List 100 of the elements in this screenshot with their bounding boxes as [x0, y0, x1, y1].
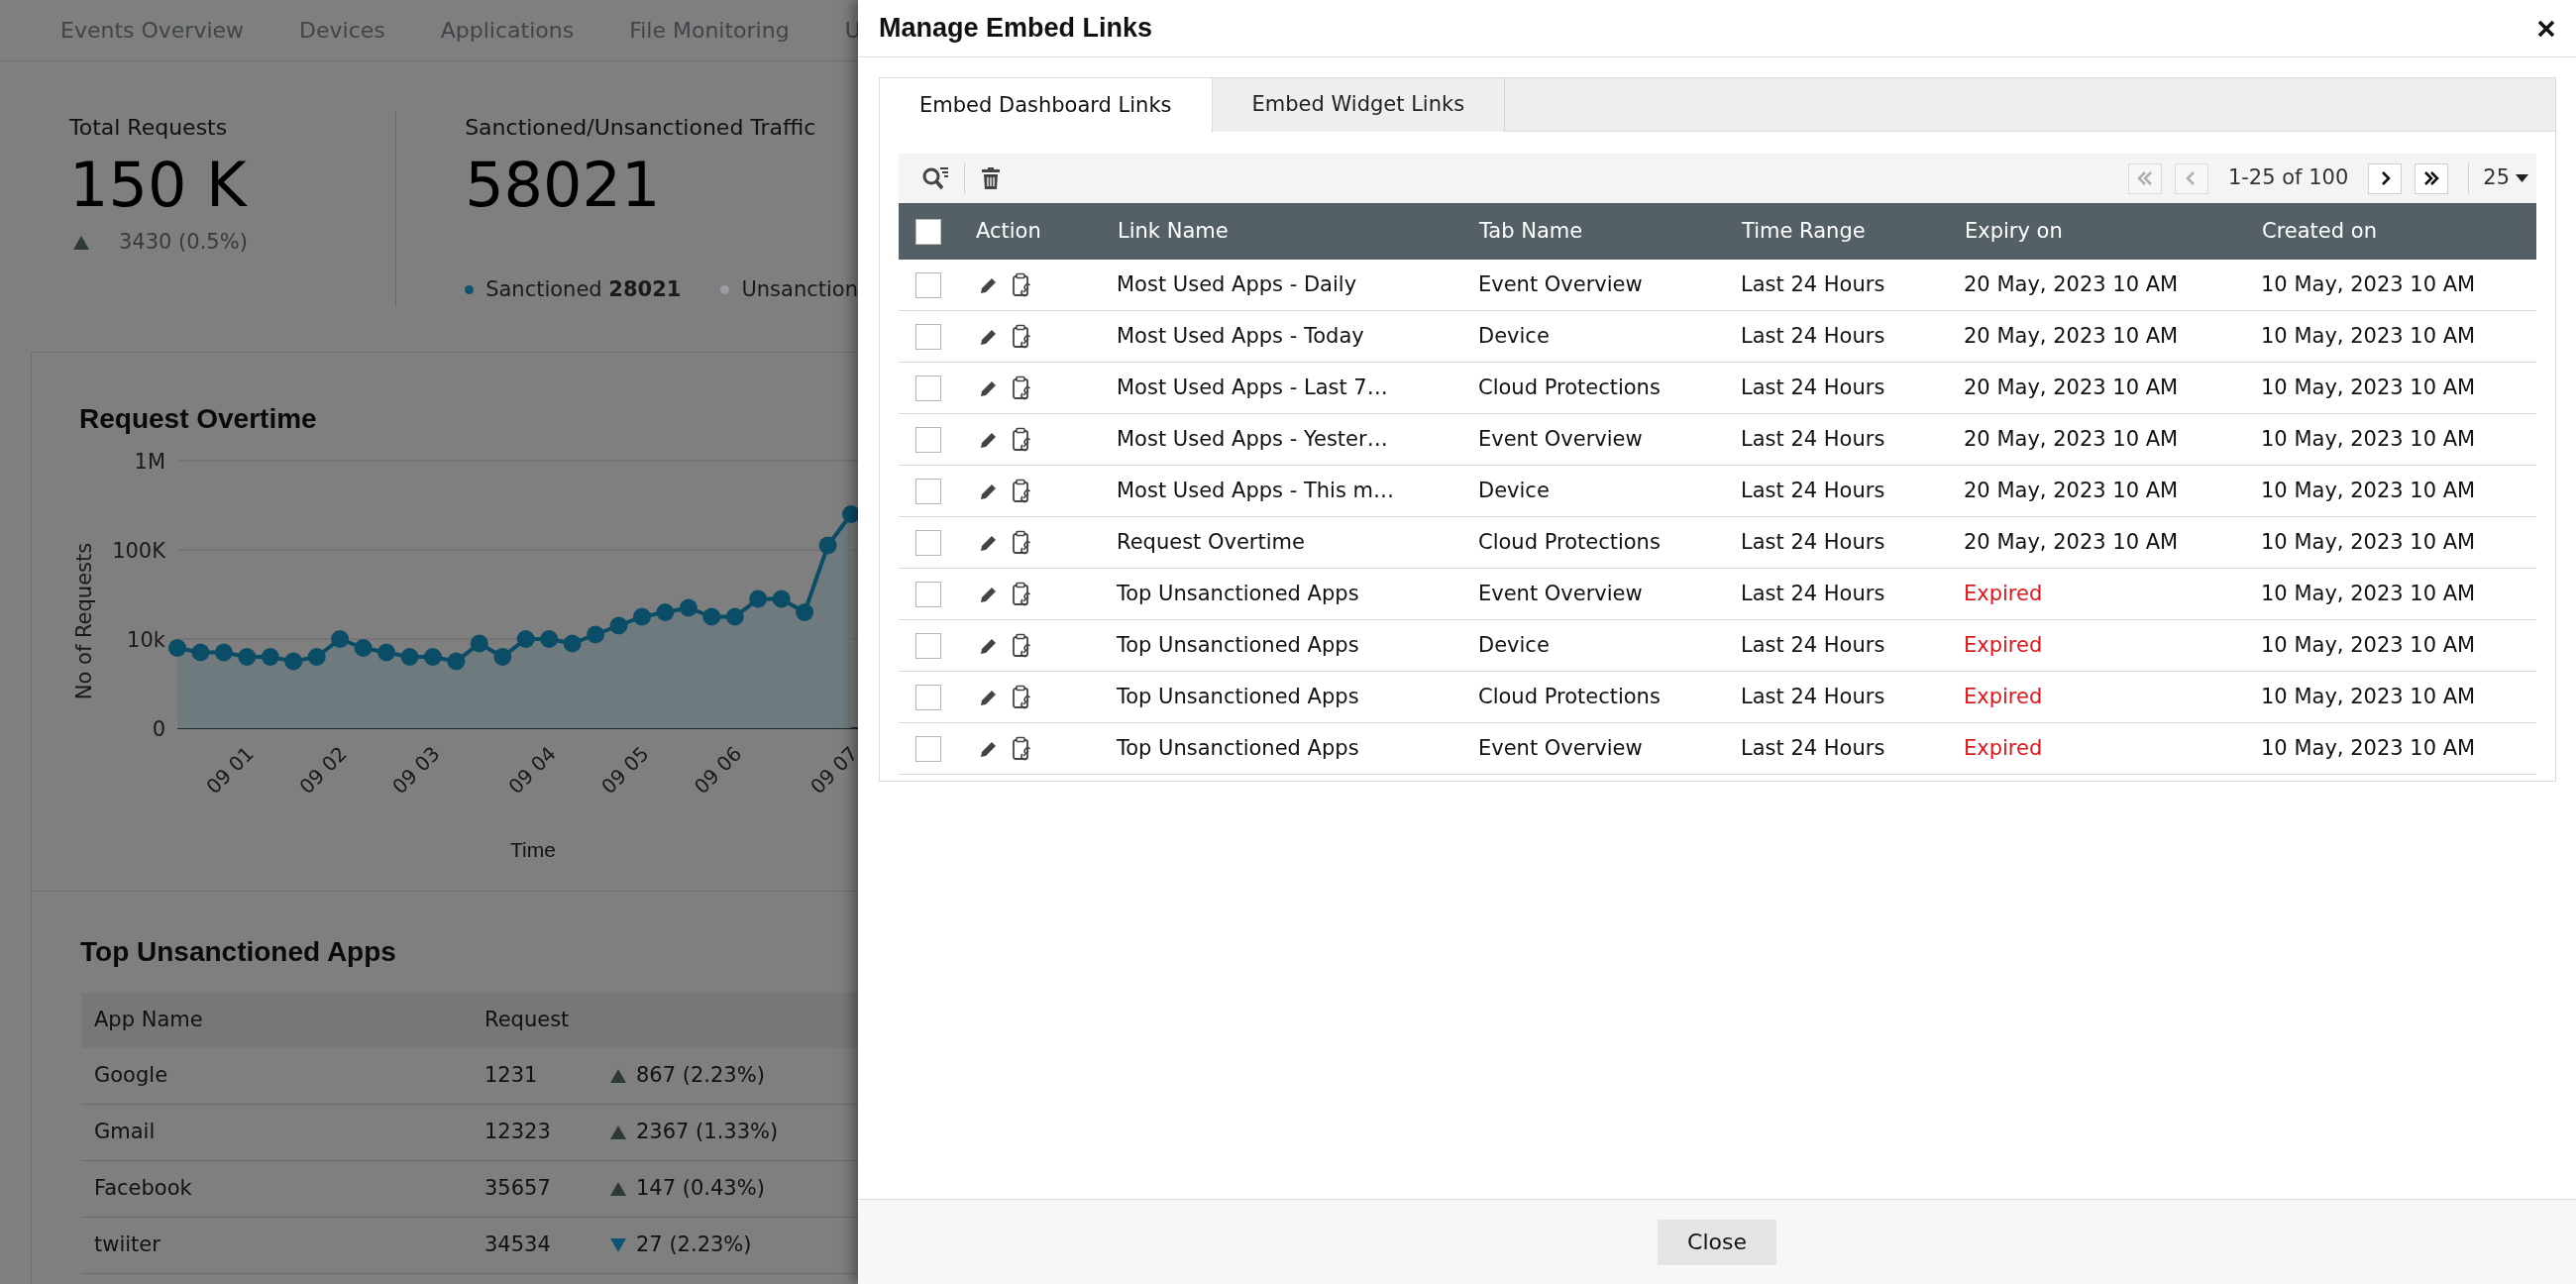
data-point	[400, 648, 419, 666]
table-cell-text: 12323	[484, 1119, 552, 1146]
table-cell-text: 20 May, 2023 10 AM	[1963, 322, 2180, 350]
column-header: Tab Name	[1478, 217, 1584, 245]
table-cell-text: 10 May, 2023 10 AM	[2260, 374, 2477, 401]
table-cell-text: 34534	[484, 1231, 552, 1259]
table-cell-text: 20 May, 2023 10 AM	[1963, 528, 2180, 556]
table-cell-text: 10 May, 2023 10 AM	[2260, 322, 2477, 350]
x-tick-label: 09 06	[689, 741, 747, 800]
data-point	[656, 603, 675, 621]
y-tick-label: 0	[152, 717, 165, 741]
change-value: 27 (2.23%)	[636, 1231, 752, 1259]
table-cell-text: 10 May, 2023 10 AM	[2260, 528, 2477, 556]
tab[interactable]: Embed Dashboard Links	[880, 78, 1213, 133]
edit-icon[interactable]	[980, 430, 998, 449]
table-cell-text: 1231	[484, 1062, 539, 1090]
edit-icon[interactable]	[980, 585, 998, 603]
row-checkbox[interactable]	[915, 529, 941, 556]
page-size-dropdown[interactable]: 25	[2483, 162, 2528, 194]
table-cell-text: Last 24 Hours	[1740, 425, 1886, 453]
edit-icon[interactable]	[980, 636, 998, 655]
double-left-chevron-icon	[2135, 171, 2154, 185]
data-point	[587, 625, 605, 644]
column-header: Request	[484, 1007, 571, 1034]
data-point	[354, 639, 373, 657]
row-checkbox[interactable]	[915, 684, 941, 710]
caret-icon	[2516, 174, 2528, 182]
table-cell-text: Event Overview	[1477, 425, 1644, 453]
table-cell-text: Last 24 Hours	[1740, 683, 1886, 710]
table-cell-text: 10 May, 2023 10 AM	[2260, 631, 2477, 659]
data-point	[609, 616, 628, 635]
table-cell-text: Cloud Protections	[1477, 683, 1662, 710]
column-header: Time Range	[1741, 217, 1867, 245]
y-tick-label: 100K	[112, 539, 165, 563]
stat-value: 58021	[465, 148, 662, 223]
table-cell-text: Event Overview	[1477, 580, 1644, 607]
table-cell-text: 10 May, 2023 10 AM	[2260, 734, 2477, 762]
nav-tab[interactable]: Devices	[299, 14, 385, 47]
table-cell-text: Last 24 Hours	[1740, 374, 1886, 401]
tab[interactable]: Embed Widget Links	[1212, 78, 1506, 132]
table-cell-text: Last 24 Hours	[1740, 631, 1886, 659]
edit-icon[interactable]	[980, 739, 998, 758]
table-cell-text: Last 24 Hours	[1740, 528, 1886, 556]
nav-tab[interactable]: Applications	[440, 14, 575, 47]
row-checkbox[interactable]	[915, 735, 941, 762]
table-cell-text: Cloud Protections	[1477, 374, 1662, 401]
link-name-cell-text: Most Used Apps - Yester…	[1116, 425, 1389, 453]
link-name-cell-text: Most Used Apps - Today	[1116, 322, 1365, 350]
close-button[interactable]: Close	[1658, 1219, 1776, 1265]
row-checkbox[interactable]	[915, 632, 941, 659]
x-axis-label: Time	[510, 838, 556, 861]
row-checkbox[interactable]	[915, 478, 941, 504]
row-checkbox[interactable]	[915, 374, 941, 401]
edit-icon[interactable]	[980, 378, 998, 397]
link-name-cell-text: Most Used Apps - This m…	[1116, 477, 1395, 504]
table-cell-text: 10 May, 2023 10 AM	[2260, 270, 2477, 298]
stat-value: 150 K	[69, 148, 249, 223]
data-point	[261, 648, 279, 666]
data-point	[842, 505, 858, 523]
double-right-chevron-icon	[2422, 171, 2441, 185]
table-cell-text: 20 May, 2023 10 AM	[1963, 374, 2180, 401]
data-point	[540, 630, 559, 648]
expired-status: Expired	[1963, 734, 2044, 762]
link-name-cell-text: Top Unsanctioned Apps	[1116, 580, 1360, 607]
next-page-button[interactable]	[2368, 162, 2403, 194]
row-checkbox[interactable]	[915, 271, 941, 298]
link-name-cell-text: Most Used Apps - Last 7…	[1116, 374, 1389, 401]
page-range: 1-25 of 100	[2226, 164, 2350, 192]
dialog-title: Manage Embed Links	[879, 12, 1153, 46]
data-point	[470, 634, 488, 653]
expired-status: Expired	[1963, 631, 2044, 659]
stat-title: Total Requests	[69, 114, 229, 142]
delete-icon[interactable]	[979, 164, 1003, 192]
x-tick-label: 09 07	[805, 741, 858, 800]
nav-tab[interactable]: U	[844, 14, 858, 47]
table-cell-text: 10 May, 2023 10 AM	[2260, 425, 2477, 453]
x-tick-label: 09 02	[294, 741, 352, 800]
table-cell-text: Cloud Protections	[1477, 528, 1662, 556]
row-checkbox[interactable]	[915, 426, 941, 453]
row-checkbox[interactable]	[915, 323, 941, 350]
row-checkbox[interactable]	[915, 581, 941, 607]
edit-icon[interactable]	[980, 688, 998, 706]
edit-icon[interactable]	[980, 327, 998, 346]
y-tick-label: 10k	[127, 628, 165, 652]
data-point	[772, 589, 791, 608]
column-header: App Name	[93, 1007, 204, 1034]
last-page-button[interactable]	[2415, 162, 2449, 194]
edit-icon[interactable]	[980, 275, 998, 294]
select-all-checkbox[interactable]	[915, 218, 941, 245]
nav-tab[interactable]: File Monitoring	[629, 14, 790, 47]
table-cell-text: twiiter	[93, 1231, 161, 1259]
edit-icon[interactable]	[980, 482, 998, 500]
legend-label: Sanctioned 28021	[485, 276, 682, 303]
nav-tab[interactable]: Events Overview	[60, 14, 245, 47]
change-value: 2367 (1.33%)	[636, 1119, 779, 1146]
data-point	[516, 630, 535, 648]
table-cell-text: 35657	[484, 1175, 552, 1203]
stat-change: 3430 (0.5%)	[119, 229, 248, 256]
data-point	[633, 607, 651, 626]
edit-icon[interactable]	[980, 533, 998, 552]
